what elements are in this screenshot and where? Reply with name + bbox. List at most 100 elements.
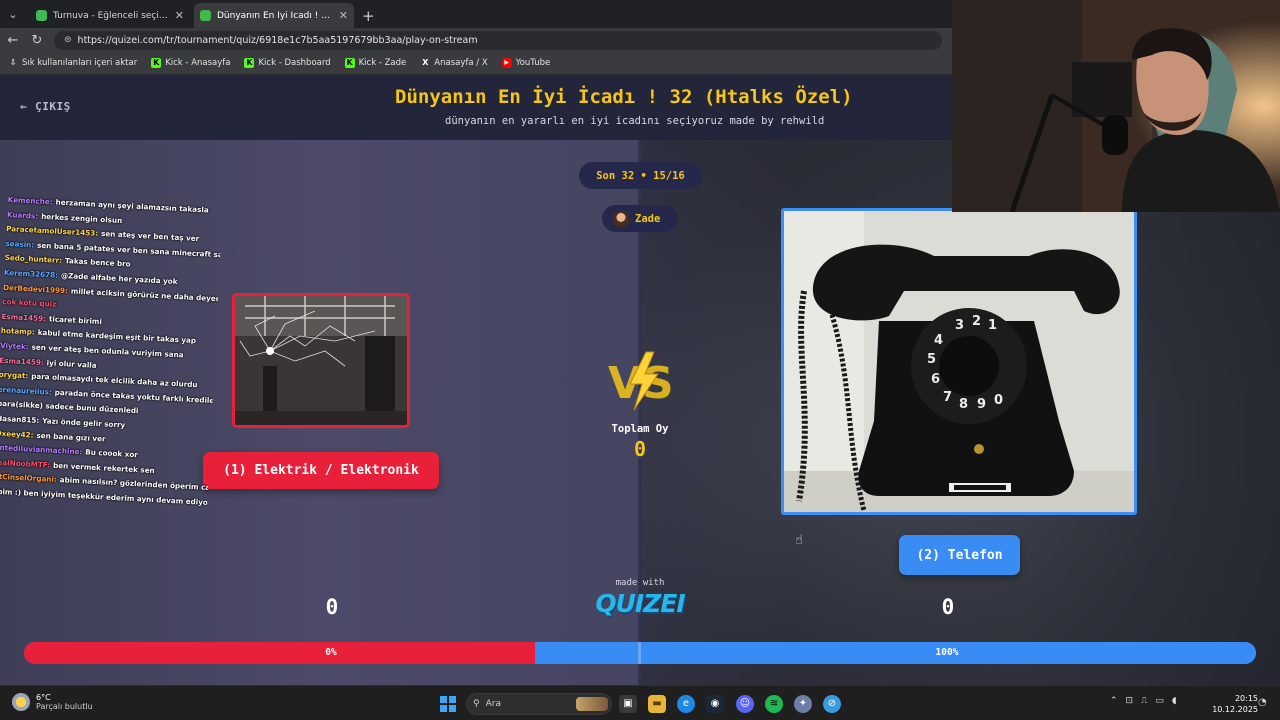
bookmarks-bar: ⇩ Sık kullanılanları içeri aktar K Kick - … <box>0 52 952 75</box>
spotify-icon[interactable]: ≋ <box>765 695 783 713</box>
streamer-name: Zade <box>635 212 661 225</box>
streamer-badge: Zade <box>602 205 678 232</box>
search-placeholder: Ara <box>485 699 501 709</box>
electricity-photo <box>235 296 407 425</box>
address-bar-row: ← ↻ ⊜ https://quizei.com/tr/tournament/q… <box>0 28 952 52</box>
clock-time: 20:15 <box>1234 694 1258 703</box>
quiz-title: Dünyanın En İyi İcadı ! 32 (Htalks Özel) <box>395 86 853 108</box>
edge-browser-icon[interactable]: e <box>677 695 695 713</box>
tab-turnuva[interactable]: Turnuva - Eğlenceli seçimler yapı ✕ <box>30 3 190 28</box>
task-view-icon[interactable]: ▣ <box>619 695 637 713</box>
chat-username: seasin: <box>5 238 35 250</box>
exit-button[interactable]: ← ÇIKIŞ <box>20 100 71 113</box>
bookmark-x[interactable]: X Anasayfa / X <box>420 58 487 68</box>
chat-username: Kerem32678: <box>3 267 59 280</box>
chat-text: herzaman aynı şeyi alamazsın takasla <box>55 197 209 215</box>
reload-icon[interactable]: ↻ <box>30 33 44 48</box>
avatar <box>613 210 629 227</box>
app-network-icon[interactable]: ⊘ <box>823 695 841 713</box>
windows-start-icon[interactable] <box>440 696 456 712</box>
discord-icon[interactable]: ☺ <box>736 695 754 713</box>
option-1-percent: 0% <box>325 647 337 658</box>
tab-title: Dünyanın En İyi İcadı ! 32 (Htalks Ö <box>217 10 333 21</box>
volume-icon[interactable]: ◖ <box>1172 696 1177 706</box>
svg-text:0: 0 <box>994 393 1003 408</box>
taskbar-search[interactable]: ⚲ Ara <box>466 693 612 715</box>
bookmark-label: Kick - Zade <box>358 58 407 68</box>
search-highlight-image <box>576 697 608 711</box>
youtube-icon: ▶ <box>501 58 512 68</box>
quizei-logo[interactable]: QUIZEI <box>590 589 690 618</box>
back-arrow-icon[interactable]: ← <box>6 33 20 48</box>
tray-app-icon[interactable]: ⊡ <box>1126 696 1134 706</box>
close-tab-icon[interactable]: ✕ <box>175 9 184 22</box>
site-info-icon[interactable]: ⊜ <box>64 35 72 45</box>
weather-widget[interactable]: 6°C Parçalı bulutlu <box>12 693 93 711</box>
option-2-image[interactable]: 321 4 5 6 7890 <box>781 208 1137 515</box>
file-explorer-icon[interactable]: ▬ <box>648 695 666 713</box>
chat-text: çok kötü quiz <box>2 297 57 309</box>
option-1-image[interactable] <box>232 293 410 428</box>
kick-icon: K <box>244 58 255 68</box>
screen: ⌄ Turnuva - Eğlenceli seçimler yapı ✕ Dü… <box>0 0 1280 720</box>
svg-text:6: 6 <box>931 372 940 387</box>
chat-text: Bu coook xor <box>85 447 139 460</box>
url-field[interactable]: ⊜ https://quizei.com/tr/tournament/quiz/… <box>54 30 942 50</box>
bookmark-kick-zade[interactable]: K Kick - Zade <box>344 58 407 68</box>
app-globe-icon[interactable]: ✦ <box>794 695 812 713</box>
bookmark-label: Sık kullanılanları içeri aktar <box>22 58 138 68</box>
svg-text:2: 2 <box>972 314 981 329</box>
chat-username: Hasan815: <box>0 413 40 425</box>
svg-text:7: 7 <box>943 390 952 405</box>
x-icon: X <box>422 58 429 67</box>
url-text: https://quizei.com/tr/tournament/quiz/69… <box>77 34 478 46</box>
progress-center-mark <box>638 642 641 664</box>
total-votes-value: 0 <box>633 437 647 461</box>
browser-tab-bar: ⌄ Turnuva - Eğlenceli seçimler yapı ✕ Dü… <box>0 0 952 28</box>
option-1-button[interactable]: (1) Elektrik / Elektronik <box>203 452 439 489</box>
bookmark-label: Anasayfa / X <box>434 58 488 68</box>
new-tab-plus-icon[interactable]: + <box>362 3 375 28</box>
notification-bell-icon[interactable]: ◔ <box>1258 697 1267 708</box>
clock-date: 10.12.2025 <box>1212 705 1258 714</box>
kick-icon: K <box>151 58 162 68</box>
bookmark-label: Kick - Dashboard <box>258 58 331 68</box>
streamer-camera-feed <box>952 0 1280 212</box>
system-tray: ⌃ ⊡ ⎍ ▭ ◖ <box>1110 696 1177 706</box>
chat-username: Viytek: <box>0 340 29 352</box>
taskbar-clock[interactable]: 20:15 10.12.2025 <box>1206 693 1258 715</box>
option-1-progress-fill <box>24 642 535 664</box>
chat-username: Sedo_hunterr: <box>4 253 63 266</box>
microphone-icon[interactable]: ⎍ <box>1141 696 1147 706</box>
option-2-percent: 100% <box>935 647 959 658</box>
bookmark-label: Kick - Anasayfa <box>165 58 231 68</box>
bookmark-kick-home[interactable]: K Kick - Anasayfa <box>151 58 230 68</box>
windows-taskbar: 6°C Parçalı bulutlu ⚲ Ara ▣ ▬ e ◉ ☺ ≋ ✦ … <box>0 685 1280 720</box>
tray-chevron-up-icon[interactable]: ⌃ <box>1110 696 1118 706</box>
tab-title: Turnuva - Eğlenceli seçimler yapı <box>53 10 169 21</box>
kick-icon: K <box>344 58 355 68</box>
site-favicon-icon <box>36 10 47 21</box>
tab-quiz-active[interactable]: Dünyanın En İyi İcadı ! 32 (Htalks Ö ✕ <box>194 3 354 28</box>
display-icon[interactable]: ▭ <box>1155 696 1164 706</box>
close-tab-icon[interactable]: ✕ <box>339 9 348 22</box>
svg-text:8: 8 <box>959 397 968 412</box>
arrow-left-icon: ← <box>20 100 28 113</box>
option-2-score: 0 <box>941 595 955 619</box>
svg-text:5: 5 <box>927 352 936 367</box>
stream-chat-overlay: Kemenche: herzaman aynı şeyi alamazsın ta… <box>0 195 223 512</box>
bookmark-youtube[interactable]: ▶ YouTube <box>501 58 550 68</box>
round-badge: Son 32 • 15/16 <box>579 162 702 189</box>
temperature: 6°C <box>36 693 51 702</box>
chat-text: iyi olur valla <box>46 357 97 370</box>
bookmark-kick-dashboard[interactable]: K Kick - Dashboard <box>244 58 331 68</box>
bookmark-import[interactable]: ⇩ Sık kullanılanları içeri aktar <box>8 58 138 68</box>
steam-icon[interactable]: ◉ <box>706 695 724 713</box>
exit-label: ÇIKIŞ <box>35 100 71 113</box>
svg-text:4: 4 <box>934 333 943 348</box>
quiz-subtitle: dünyanın en yararlı en iyi icadını seçiy… <box>445 115 825 127</box>
quiz-header: ← ÇIKIŞ Dünyanın En İyi İcadı ! 32 (Htal… <box>0 75 952 140</box>
option-1-score: 0 <box>325 595 339 619</box>
option-2-button[interactable]: (2) Telefon <box>899 535 1020 575</box>
tab-list-chevron-icon[interactable]: ⌄ <box>0 0 26 28</box>
